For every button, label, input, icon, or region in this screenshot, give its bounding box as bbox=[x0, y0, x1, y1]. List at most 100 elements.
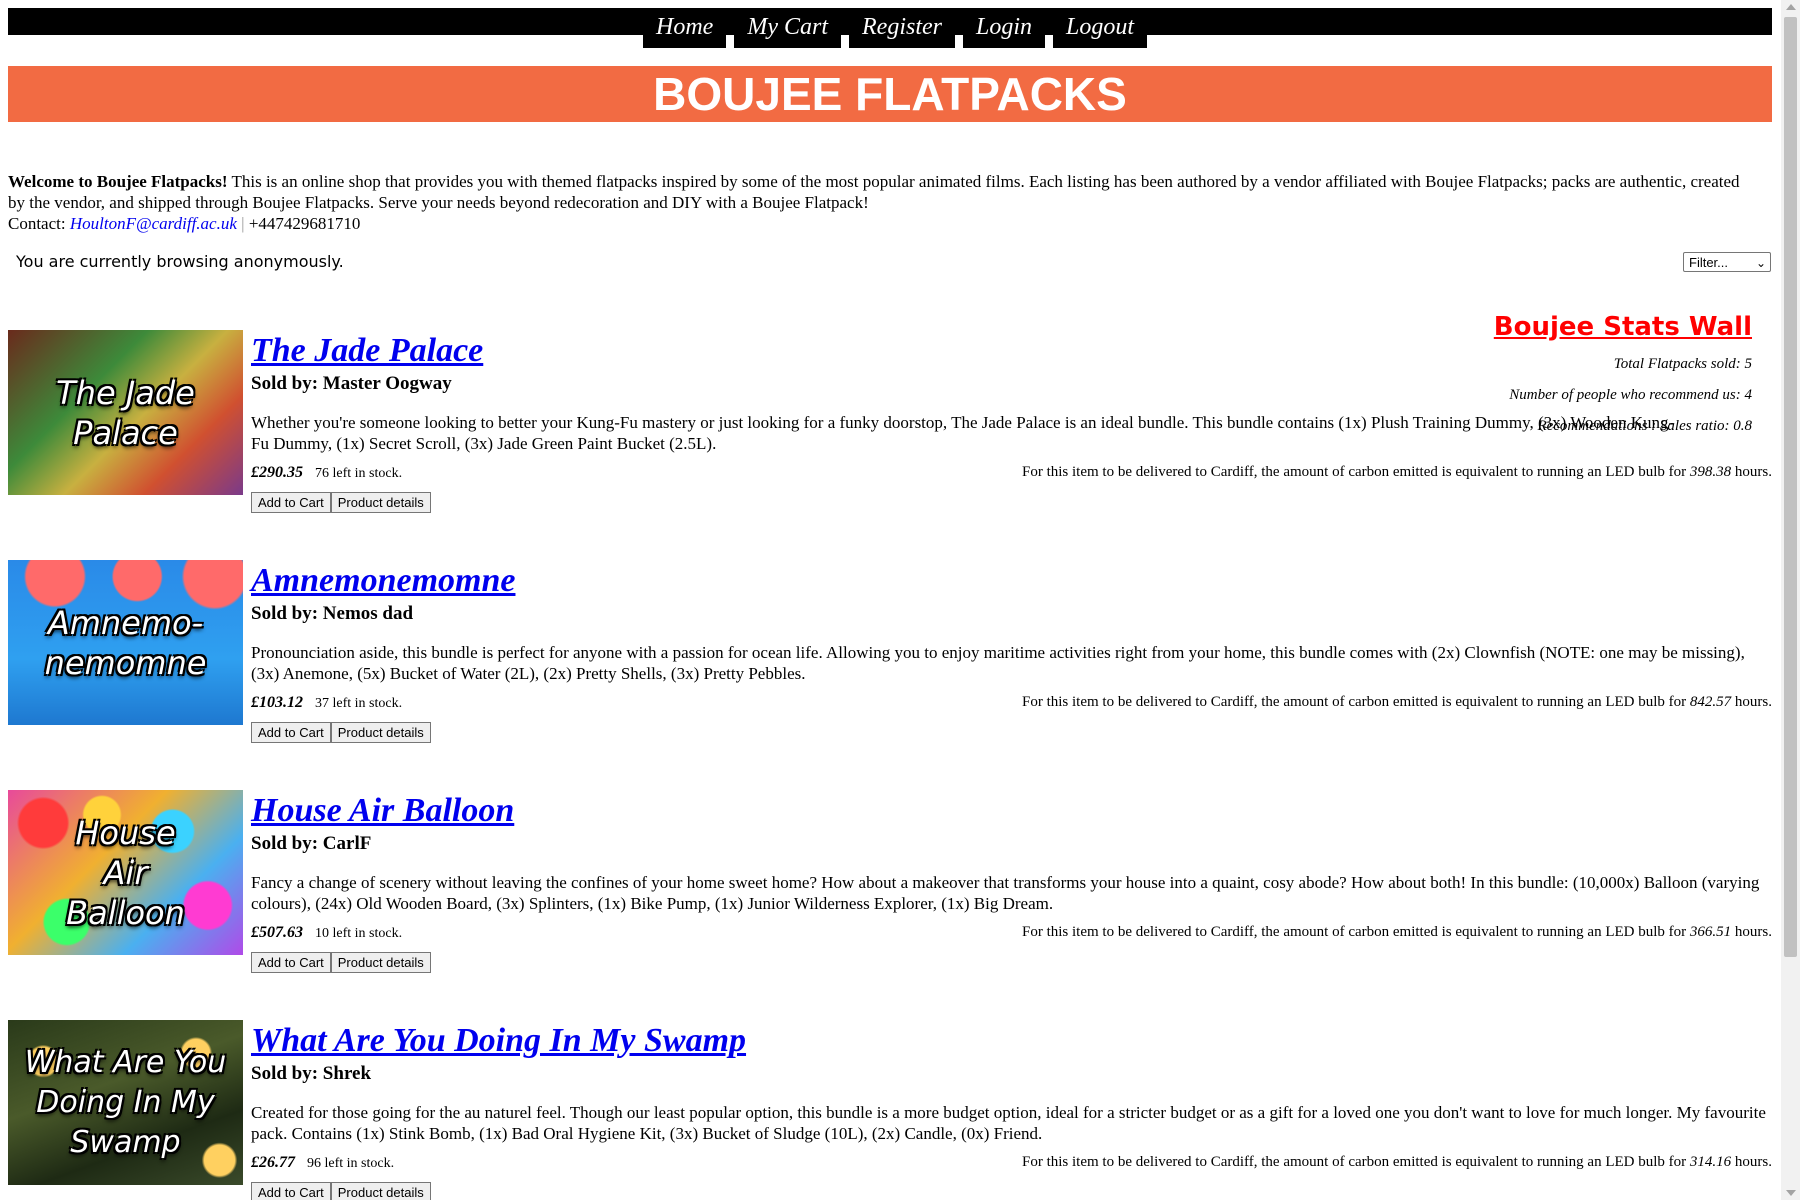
stock-suffix: left in stock. bbox=[329, 466, 403, 481]
product-listing: House Air Balloon House Air Balloon Sold… bbox=[8, 790, 1772, 990]
carbon-hours: 366.51 bbox=[1689, 924, 1732, 940]
product-details-button[interactable]: Product details bbox=[330, 1182, 431, 1200]
product-details-button[interactable]: Product details bbox=[330, 492, 431, 513]
scroll-down-arrow-icon[interactable] bbox=[1786, 1190, 1796, 1196]
contact-email-link[interactable]: HoultonF@cardiff.ac.uk bbox=[70, 214, 237, 233]
thumbnail-caption-line: Amnemo- bbox=[47, 603, 204, 642]
product-price: £26.77 bbox=[251, 1154, 295, 1171]
filter-selected-value: Filter... bbox=[1689, 255, 1729, 270]
product-actions: Add to Cart Product details bbox=[251, 952, 431, 973]
contact-label: Contact: bbox=[8, 214, 70, 233]
carbon-hours: 842.57 bbox=[1689, 694, 1732, 710]
contact-phone: +447429681710 bbox=[248, 214, 361, 233]
thumbnail-caption-line: Palace bbox=[73, 413, 178, 452]
contact-separator: | bbox=[236, 214, 249, 233]
scroll-up-arrow-icon[interactable] bbox=[1786, 4, 1796, 10]
carbon-prefix: For this item to be delivered to Cardiff… bbox=[1022, 924, 1690, 940]
product-seller: Sold by: CarlF bbox=[251, 833, 372, 854]
stock-suffix: left in stock. bbox=[329, 926, 403, 941]
nav-register[interactable]: Register bbox=[849, 8, 955, 48]
product-listing: What Are You Doing In My Swamp What Are … bbox=[8, 1020, 1772, 1200]
product-title-link[interactable]: The Jade Palace bbox=[251, 330, 483, 372]
nav-my-cart[interactable]: My Cart bbox=[734, 8, 841, 48]
add-to-cart-button[interactable]: Add to Cart bbox=[251, 1182, 331, 1200]
thumbnail-caption-line: Air bbox=[103, 853, 148, 892]
nav-menu: Home My Cart Register Login Logout bbox=[643, 8, 1148, 48]
add-to-cart-button[interactable]: Add to Cart bbox=[251, 492, 331, 513]
vertical-scrollbar[interactable] bbox=[1781, 0, 1800, 1200]
product-details-button[interactable]: Product details bbox=[330, 952, 431, 973]
page-viewport: Home My Cart Register Login Logout BOUJE… bbox=[0, 0, 1781, 1200]
carbon-hours: 398.38 bbox=[1689, 464, 1732, 480]
carbon-info: For this item to be delivered to Cardiff… bbox=[1022, 464, 1772, 481]
product-actions: Add to Cart Product details bbox=[251, 492, 431, 513]
stock-suffix: left in stock. bbox=[321, 1156, 395, 1171]
product-seller: Sold by: Shrek bbox=[251, 1063, 372, 1084]
thumbnail-caption-line: The Jade bbox=[56, 373, 195, 412]
stock-suffix: left in stock. bbox=[329, 696, 403, 711]
scrollbar-thumb[interactable] bbox=[1784, 17, 1797, 957]
product-price: £507.63 bbox=[251, 924, 303, 941]
product-seller: Sold by: Master Oogway bbox=[251, 373, 452, 394]
carbon-info: For this item to be delivered to Cardiff… bbox=[1022, 1154, 1772, 1171]
carbon-suffix: hours. bbox=[1731, 464, 1772, 480]
product-seller: Sold by: Nemos dad bbox=[251, 603, 414, 624]
filter-select[interactable]: Filter... ⌄ bbox=[1683, 252, 1771, 272]
thumbnail-caption-line: Doing In My bbox=[36, 1084, 215, 1120]
product-price: £103.12 bbox=[251, 694, 303, 711]
carbon-prefix: For this item to be delivered to Cardiff… bbox=[1022, 464, 1690, 480]
product-thumbnail[interactable]: The Jade Palace bbox=[8, 330, 243, 495]
top-nav-bar: Home My Cart Register Login Logout bbox=[8, 8, 1772, 48]
product-thumbnail[interactable]: House Air Balloon bbox=[8, 790, 243, 955]
price-stock-row: £507.63 10 left in stock. bbox=[251, 924, 402, 942]
thumbnail-caption: The Jade Palace bbox=[56, 373, 195, 453]
product-thumbnail[interactable]: Amnemo- nemomne bbox=[8, 560, 243, 725]
product-title-link[interactable]: Amnemonemomne bbox=[251, 560, 515, 602]
stock-count: 10 bbox=[315, 926, 329, 941]
chevron-down-icon: ⌄ bbox=[1755, 256, 1766, 270]
thumbnail-caption-line: nemomne bbox=[44, 643, 207, 682]
thumbnail-caption: Amnemo- nemomne bbox=[45, 603, 207, 683]
product-listing: Amnemo- nemomne Amnemonemomne Sold by: N… bbox=[8, 560, 1772, 760]
product-stock: 96 left in stock. bbox=[307, 1156, 394, 1171]
nav-login[interactable]: Login bbox=[962, 8, 1045, 48]
thumbnail-caption-line: House bbox=[75, 813, 176, 852]
carbon-suffix: hours. bbox=[1731, 1154, 1772, 1170]
carbon-info: For this item to be delivered to Cardiff… bbox=[1022, 924, 1772, 941]
add-to-cart-button[interactable]: Add to Cart bbox=[251, 722, 331, 743]
product-description: Whether you're someone looking to better… bbox=[251, 413, 1675, 453]
product-details-button[interactable]: Product details bbox=[330, 722, 431, 743]
product-stock: 10 left in stock. bbox=[315, 926, 402, 941]
price-stock-row: £26.77 96 left in stock. bbox=[251, 1154, 394, 1172]
carbon-prefix: For this item to be delivered to Cardiff… bbox=[1022, 694, 1690, 710]
carbon-prefix: For this item to be delivered to Cardiff… bbox=[1022, 1154, 1690, 1170]
carbon-suffix: hours. bbox=[1731, 924, 1772, 940]
thumbnail-caption-line: Swamp bbox=[70, 1124, 181, 1160]
welcome-heading: Welcome to Boujee Flatpacks! bbox=[8, 172, 228, 191]
nav-logout[interactable]: Logout bbox=[1053, 8, 1148, 48]
add-to-cart-button[interactable]: Add to Cart bbox=[251, 952, 331, 973]
thumbnail-caption-line: What Are You bbox=[24, 1044, 227, 1080]
site-banner: BOUJEE FLATPACKS bbox=[8, 66, 1772, 122]
product-title-link[interactable]: What Are You Doing In My Swamp bbox=[251, 1020, 746, 1062]
product-description: Fancy a change of scenery without leavin… bbox=[251, 873, 1760, 913]
browsing-status: You are currently browsing anonymously. bbox=[16, 252, 344, 271]
stock-count: 76 bbox=[315, 466, 329, 481]
product-stock: 76 left in stock. bbox=[315, 466, 402, 481]
product-actions: Add to Cart Product details bbox=[251, 722, 431, 743]
product-price: £290.35 bbox=[251, 464, 303, 481]
carbon-info: For this item to be delivered to Cardiff… bbox=[1022, 694, 1772, 711]
thumbnail-caption: House Air Balloon bbox=[66, 813, 185, 933]
product-thumbnail[interactable]: What Are You Doing In My Swamp bbox=[8, 1020, 243, 1185]
price-stock-row: £103.12 37 left in stock. bbox=[251, 694, 402, 712]
nav-home[interactable]: Home bbox=[643, 8, 727, 48]
carbon-hours: 314.16 bbox=[1689, 1154, 1732, 1170]
carbon-suffix: hours. bbox=[1731, 694, 1772, 710]
product-listing: The Jade Palace The Jade Palace Sold by:… bbox=[8, 330, 1772, 530]
stock-count: 96 bbox=[307, 1156, 321, 1171]
product-description: Created for those going for the au natur… bbox=[251, 1103, 1766, 1143]
product-description: Pronounciation aside, this bundle is per… bbox=[251, 643, 1745, 683]
thumbnail-caption: What Are You Doing In My Swamp bbox=[25, 1043, 227, 1163]
product-title-link[interactable]: House Air Balloon bbox=[251, 790, 514, 832]
price-stock-row: £290.35 76 left in stock. bbox=[251, 464, 402, 482]
